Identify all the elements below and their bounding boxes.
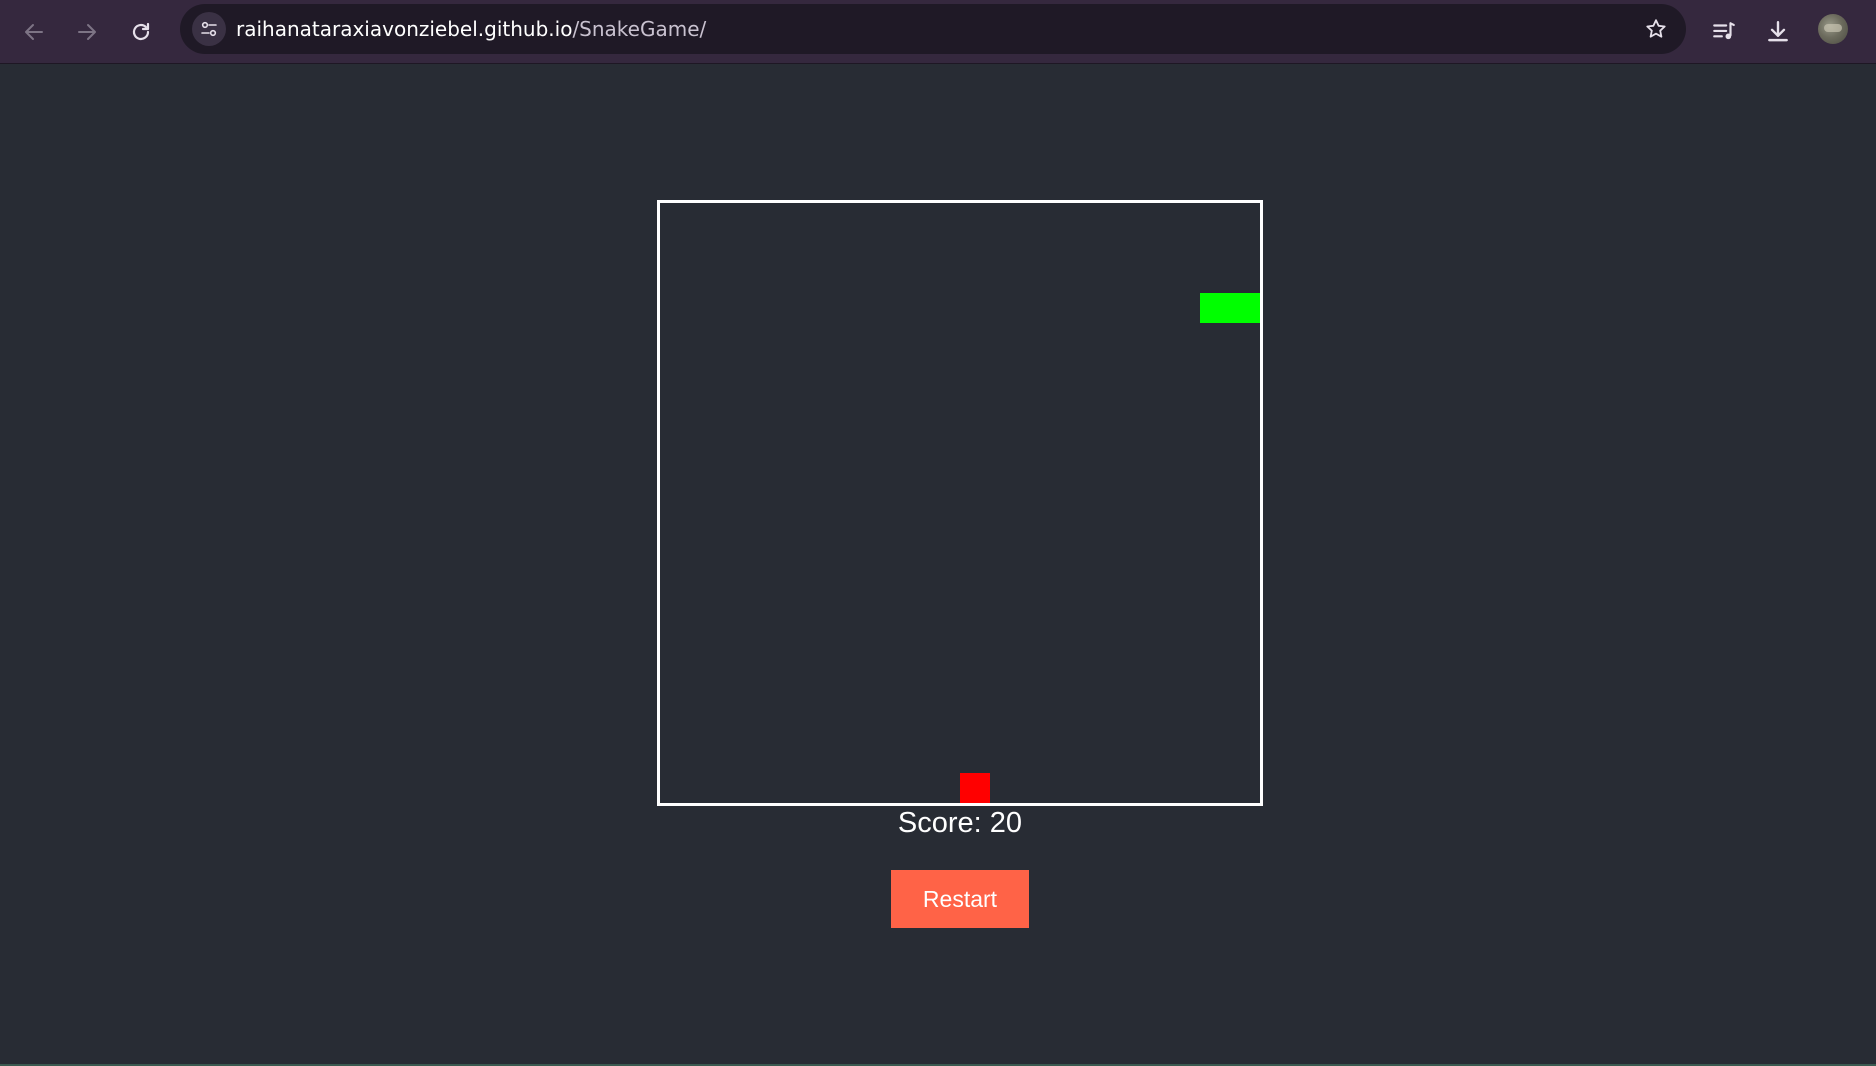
tune-icon: [201, 21, 217, 37]
back-button[interactable]: [14, 12, 54, 52]
url-text[interactable]: raihanataraxiavonziebel.github.io/SnakeG…: [236, 17, 706, 41]
restart-button[interactable]: Restart: [891, 870, 1029, 928]
bookmark-button[interactable]: [1640, 13, 1672, 45]
snake-segment: [1200, 293, 1230, 323]
avatar[interactable]: [1818, 14, 1848, 44]
arrow-left-icon: [25, 24, 43, 40]
download-icon: [1768, 21, 1788, 42]
arrow-right-icon: [78, 24, 96, 40]
reload-icon: [132, 22, 150, 41]
star-icon: [1646, 19, 1666, 38]
food: [960, 773, 990, 803]
reload-button[interactable]: [121, 12, 161, 52]
game-board[interactable]: [657, 200, 1263, 806]
address-bar[interactable]: raihanataraxiavonziebel.github.io/SnakeG…: [180, 4, 1686, 54]
url-host: raihanataraxiavonziebel.github.io: [236, 17, 573, 41]
forward-button[interactable]: [67, 12, 107, 52]
snake-head: [1230, 293, 1260, 323]
url-path: /SnakeGame/: [572, 17, 707, 41]
downloads-button[interactable]: [1758, 12, 1798, 52]
media-queue-icon: [1713, 22, 1735, 40]
media-control-button[interactable]: [1704, 12, 1744, 52]
browser-toolbar: raihanataraxiavonziebel.github.io/SnakeG…: [0, 0, 1876, 64]
score-display: Score: 20: [897, 807, 1023, 839]
site-info-button[interactable]: [192, 12, 226, 46]
